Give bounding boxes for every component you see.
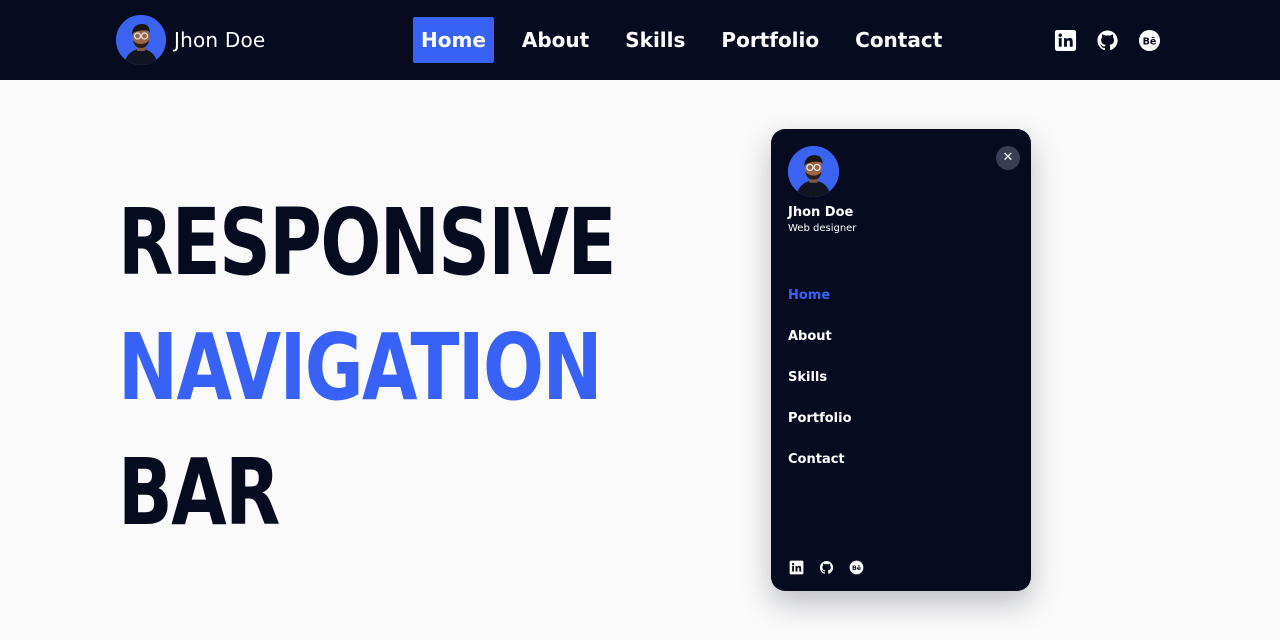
drawer-social-links: Bē (789, 560, 864, 575)
hero-line-navigation: NAVIGATION (118, 314, 603, 421)
drawer-item-portfolio[interactable]: Portfolio (788, 410, 852, 451)
svg-text:Bē: Bē (1143, 36, 1157, 47)
hero-line-responsive: RESPONSIVE (118, 189, 617, 296)
drawer-linkedin-icon[interactable] (789, 560, 804, 575)
drawer-nav: Home About Skills Portfolio Contact (788, 287, 852, 492)
drawer-github-icon[interactable] (819, 560, 834, 575)
nav-item-skills[interactable]: Skills (617, 17, 693, 63)
brand-link[interactable]: Jhon Doe (116, 15, 265, 65)
close-icon[interactable]: ✕ (996, 146, 1020, 170)
top-navigation-bar: Jhon Doe Home About Skills Portfolio Con… (0, 0, 1280, 80)
social-links: Bē (1054, 29, 1161, 52)
drawer-item-skills[interactable]: Skills (788, 369, 852, 410)
drawer-user-role: Web designer (788, 223, 857, 234)
behance-icon[interactable]: Bē (1138, 29, 1161, 52)
linkedin-icon[interactable] (1054, 29, 1077, 52)
nav-item-about[interactable]: About (514, 17, 597, 63)
hero-line-bar: BAR (118, 439, 280, 546)
nav-item-home[interactable]: Home (413, 17, 494, 63)
github-icon[interactable] (1096, 29, 1119, 52)
nav-item-contact[interactable]: Contact (847, 17, 950, 63)
drawer-item-home[interactable]: Home (788, 287, 852, 328)
nav-item-portfolio[interactable]: Portfolio (713, 17, 827, 63)
drawer-item-about[interactable]: About (788, 328, 852, 369)
mobile-nav-drawer: ✕ Jhon Doe Web designer Home About Skill… (771, 129, 1031, 591)
main-nav: Home About Skills Portfolio Contact (413, 17, 950, 63)
drawer-item-contact[interactable]: Contact (788, 451, 852, 492)
svg-text:Bē: Bē (852, 565, 861, 572)
drawer-user-name: Jhon Doe (788, 205, 854, 220)
drawer-avatar (788, 146, 839, 197)
brand-name: Jhon Doe (174, 28, 266, 52)
drawer-behance-icon[interactable]: Bē (849, 560, 864, 575)
hero-heading: RESPONSIVE NAVIGATION BAR (118, 180, 755, 555)
profile-avatar (116, 15, 166, 65)
